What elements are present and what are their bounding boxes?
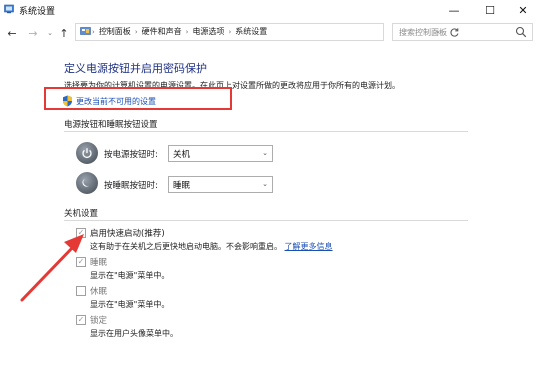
- fast-startup-description-text: 这有助于在关机之后更快地启动电脑。不会影响重启。: [90, 242, 282, 251]
- breadcrumb[interactable]: › 控制面板 › 硬件和声音 › 电源选项 › 系统设置 ⌄: [75, 23, 459, 41]
- chevron-down-icon: ⌄: [262, 149, 268, 157]
- sleep-icon: [76, 172, 98, 194]
- power-button-selected-value: 关机: [173, 150, 191, 160]
- recent-locations-button[interactable]: ⌄: [43, 25, 57, 41]
- minimize-button[interactable]: —: [437, 0, 471, 20]
- search-placeholder: 搜索控制面板: [399, 28, 447, 37]
- hibernate-checkbox[interactable]: [76, 286, 86, 296]
- sleep-checkbox[interactable]: ✓: [76, 257, 86, 267]
- maximize-button[interactable]: ☐: [473, 0, 507, 20]
- lock-label: 锁定: [90, 316, 108, 326]
- fast-startup-label: 启用快速启动(推荐): [90, 229, 165, 239]
- power-button-row: [76, 142, 98, 164]
- maximize-icon: ☐: [485, 3, 495, 17]
- learn-more-link[interactable]: 了解更多信息: [285, 242, 333, 251]
- group-divider: [64, 131, 468, 132]
- group-divider: [64, 220, 468, 221]
- search-icon[interactable]: [515, 26, 527, 38]
- page-title: 定义电源按钮并启用密码保护: [64, 62, 207, 75]
- arrow-right-icon: →: [28, 26, 38, 40]
- arrow-up-icon: ↑: [59, 26, 69, 40]
- sleep-button-selected-value: 睡眠: [173, 181, 191, 191]
- lock-checkbox[interactable]: ✓: [76, 315, 86, 325]
- title-bar: 系统设置 — ☐ ✕: [0, 0, 539, 20]
- power-buttons-group-title: 电源按钮和睡眠按钮设置: [64, 120, 158, 130]
- minimize-icon: —: [448, 3, 460, 17]
- lock-description: 显示在用户头像菜单中。: [90, 329, 178, 338]
- breadcrumb-item-hardware-sound[interactable]: 硬件和声音: [142, 26, 182, 37]
- breadcrumb-separator: ›: [185, 27, 189, 36]
- sleep-button-label: 按睡眠按钮时:: [104, 181, 158, 191]
- breadcrumb-separator: ›: [134, 27, 138, 36]
- sleep-button-action-select[interactable]: 睡眠 ⌄: [168, 176, 273, 193]
- control-panel-icon: [80, 27, 91, 35]
- breadcrumb-separator: ›: [228, 27, 232, 36]
- chevron-down-icon: ⌄: [47, 29, 53, 37]
- shutdown-group-title: 关机设置: [64, 209, 99, 219]
- power-icon: [76, 142, 98, 164]
- system-settings-window: 系统设置 — ☐ ✕ ← → ⌄ ↑ › 控制面板 › 硬件和声音 › 电源选项…: [0, 0, 539, 382]
- highlight-box: [44, 87, 232, 110]
- sleep-button-row: [76, 172, 98, 194]
- close-button[interactable]: ✕: [506, 0, 539, 20]
- hibernate-label: 休眠: [90, 287, 108, 297]
- forward-button[interactable]: →: [26, 25, 40, 41]
- fast-startup-checkbox[interactable]: ✓: [76, 228, 86, 238]
- breadcrumb-item-control-panel[interactable]: 控制面板: [99, 26, 131, 37]
- back-button[interactable]: ←: [5, 25, 19, 41]
- breadcrumb-separator: ›: [92, 27, 95, 36]
- breadcrumb-item-power-options[interactable]: 电源选项: [192, 26, 224, 37]
- up-button[interactable]: ↑: [57, 25, 71, 41]
- chevron-down-icon: ⌄: [262, 180, 268, 188]
- breadcrumb-item-system-settings[interactable]: 系统设置: [235, 26, 267, 37]
- window-title: 系统设置: [19, 7, 56, 17]
- arrow-left-icon: ←: [7, 26, 17, 40]
- power-options-icon: [4, 4, 14, 14]
- search-input[interactable]: 搜索控制面板: [392, 23, 533, 41]
- power-button-action-select[interactable]: 关机 ⌄: [168, 145, 273, 162]
- close-icon: ✕: [518, 3, 528, 17]
- fast-startup-description: 这有助于在关机之后更快地启动电脑。不会影响重启。 了解更多信息: [90, 241, 333, 252]
- sleep-label: 睡眠: [90, 258, 108, 268]
- hibernate-description: 显示在"电源"菜单中。: [90, 300, 170, 309]
- sleep-description: 显示在"电源"菜单中。: [90, 271, 170, 280]
- power-button-label: 按电源按钮时:: [104, 150, 158, 160]
